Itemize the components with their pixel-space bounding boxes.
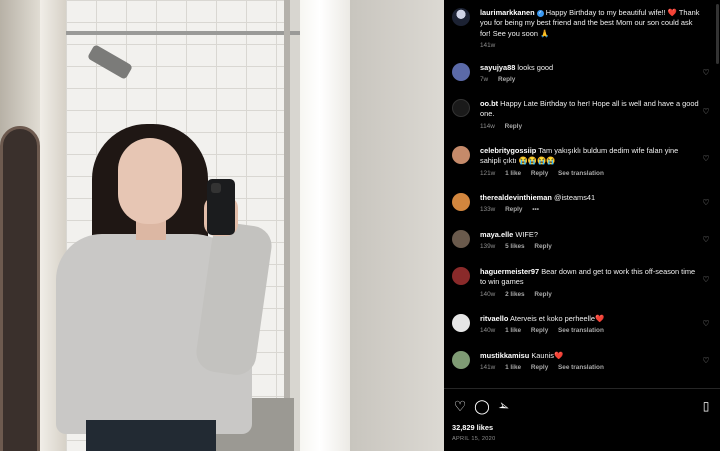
comment-text: Kaunis❤️ bbox=[531, 351, 564, 360]
comment-like-heart-icon[interactable]: ♡ bbox=[702, 108, 710, 116]
like-count[interactable]: 1 like bbox=[505, 364, 521, 371]
comment-time: 140w bbox=[480, 290, 496, 298]
reply-button[interactable]: Reply bbox=[531, 327, 548, 334]
comment-icon[interactable]: ◯ bbox=[474, 398, 490, 414]
comment-like-heart-icon[interactable]: ♡ bbox=[702, 276, 710, 284]
person-face bbox=[118, 138, 182, 224]
comment-text: Aterveis et koko perheelle❤️ bbox=[510, 314, 605, 323]
scrollbar[interactable] bbox=[716, 4, 719, 64]
comment-time: 133w bbox=[480, 206, 496, 214]
mirror-arch bbox=[0, 126, 40, 451]
reply-button[interactable]: Reply bbox=[531, 170, 548, 177]
comment-like-heart-icon[interactable]: ♡ bbox=[702, 155, 710, 163]
comment-like-heart-icon[interactable]: ♡ bbox=[702, 357, 710, 365]
avatar[interactable] bbox=[452, 230, 470, 248]
post-actions: ♡ ◯ ➢ ▯ bbox=[452, 396, 714, 417]
likes-count[interactable]: 32,829 likes bbox=[452, 423, 493, 432]
share-icon[interactable]: ➢ bbox=[494, 396, 515, 417]
verified-badge-icon: ✓ bbox=[536, 9, 544, 17]
avatar[interactable] bbox=[452, 146, 470, 164]
avatar[interactable] bbox=[452, 351, 470, 369]
phone-camera bbox=[211, 183, 221, 193]
comment-username[interactable]: ritvaello bbox=[480, 314, 508, 323]
reply-button[interactable]: Reply bbox=[534, 243, 551, 250]
reply-button[interactable]: Reply bbox=[505, 123, 522, 130]
reply-button[interactable]: Reply bbox=[534, 291, 551, 298]
divider bbox=[444, 388, 720, 389]
like-count[interactable]: 1 like bbox=[505, 327, 521, 334]
comment-username[interactable]: mustikkamisu bbox=[480, 351, 529, 360]
avatar[interactable] bbox=[452, 267, 470, 285]
light-strip bbox=[300, 0, 350, 451]
see-translation-link[interactable]: See translation bbox=[558, 364, 604, 371]
avatar[interactable] bbox=[452, 193, 470, 211]
like-count[interactable]: 1 like bbox=[505, 170, 521, 177]
comment-like-heart-icon[interactable]: ♡ bbox=[702, 69, 710, 77]
comment-time: 121w bbox=[480, 169, 496, 177]
post-date: APRIL 15, 2020 bbox=[452, 436, 496, 442]
comment-time: 141w bbox=[480, 364, 496, 372]
comment-like-heart-icon[interactable]: ♡ bbox=[702, 199, 710, 207]
comment-time: 114w bbox=[480, 122, 495, 130]
mirror-edge bbox=[284, 0, 290, 451]
reply-button[interactable]: Reply bbox=[531, 364, 548, 371]
more-options-icon[interactable]: ••• bbox=[532, 206, 539, 213]
comment-like-heart-icon[interactable]: ♡ bbox=[702, 320, 710, 328]
comment-text: Happy Late Birthday to her! Hope all is … bbox=[480, 99, 699, 119]
avatar[interactable] bbox=[452, 8, 470, 26]
reply-button[interactable]: Reply bbox=[505, 206, 522, 213]
side-wall bbox=[350, 0, 444, 451]
comment-text: @isteams41 bbox=[553, 193, 596, 202]
comment-username[interactable]: haguermeister97 bbox=[480, 267, 539, 276]
comment-text: looks good bbox=[517, 63, 554, 72]
avatar[interactable] bbox=[452, 63, 470, 81]
comment-time: 139w bbox=[480, 243, 496, 251]
comment-time: 7w bbox=[480, 76, 489, 84]
comment-username[interactable]: celebritygossiip bbox=[480, 146, 536, 155]
shower-rod bbox=[66, 31, 302, 35]
like-count[interactable]: 2 likes bbox=[505, 291, 525, 298]
see-translation-link[interactable]: See translation bbox=[558, 327, 604, 334]
caption-username[interactable]: laurimarkkanen bbox=[480, 8, 535, 17]
post-photo[interactable] bbox=[0, 0, 444, 451]
comment-like-heart-icon[interactable]: ♡ bbox=[702, 236, 710, 244]
comment-username[interactable]: therealdevinthieman bbox=[480, 193, 552, 202]
comments-panel: laurimarkkanen ✓ Happy Birthday to my be… bbox=[444, 0, 720, 451]
comment-username[interactable]: oo.bt bbox=[480, 99, 498, 108]
avatar[interactable] bbox=[452, 99, 470, 117]
comment-username[interactable]: sayujya88 bbox=[480, 63, 515, 72]
reply-button[interactable]: Reply bbox=[498, 76, 515, 83]
like-count[interactable]: 5 likes bbox=[505, 243, 525, 250]
caption-time: 141w bbox=[480, 42, 496, 50]
person-pants bbox=[86, 420, 216, 451]
comment-username[interactable]: maya.elle bbox=[480, 230, 513, 239]
comment-time: 140w bbox=[480, 327, 496, 335]
bookmark-icon[interactable]: ▯ bbox=[698, 398, 714, 414]
see-translation-link[interactable]: See translation bbox=[558, 170, 604, 177]
heart-icon[interactable]: ♡ bbox=[452, 398, 468, 414]
comment-text: WIFE? bbox=[515, 230, 538, 239]
avatar[interactable] bbox=[452, 314, 470, 332]
